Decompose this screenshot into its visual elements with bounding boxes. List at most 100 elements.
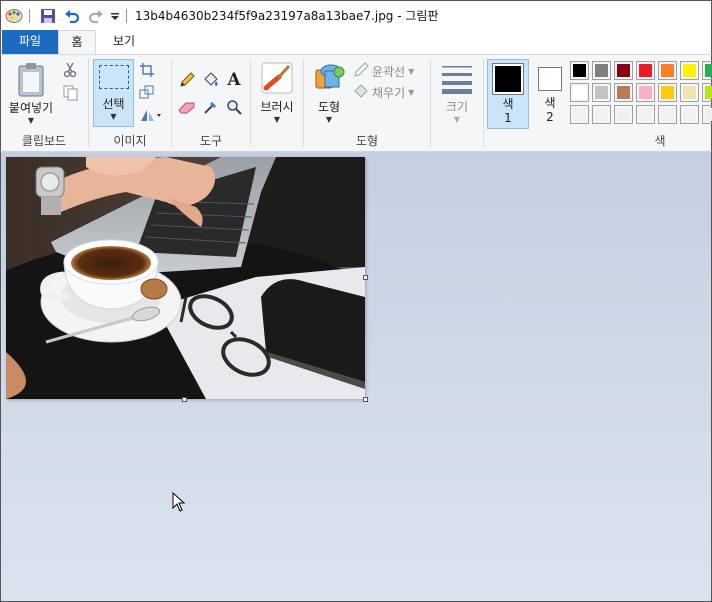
color1-button[interactable]: 색 1	[487, 59, 529, 129]
canvas-workspace	[0, 152, 712, 602]
color2-swatch	[538, 67, 562, 91]
resize-handle-bottom[interactable]	[182, 397, 187, 402]
palette-swatch[interactable]	[614, 105, 633, 124]
brushes-label: 브러시	[260, 100, 294, 114]
palette-swatch[interactable]	[592, 61, 611, 80]
save-icon[interactable]	[40, 6, 56, 26]
tools-group-label: 도구	[199, 134, 223, 148]
shapes-group: 도형 ▼ 윤곽선 ▼ 채우기 ▼ 도형	[305, 55, 429, 152]
color2-number: 2	[546, 110, 554, 124]
image-group-label: 이미지	[113, 134, 147, 148]
tools-group: A 도구	[173, 55, 249, 152]
image-group: 선택 ▼ 이미지	[90, 55, 170, 152]
mouse-cursor-icon	[172, 491, 186, 515]
paste-dropdown-icon: ▼	[27, 116, 35, 125]
fill-button[interactable]: 채우기 ▼	[353, 83, 414, 102]
copy-icon[interactable]	[61, 84, 79, 102]
palette-swatch[interactable]	[592, 83, 611, 102]
color1-number: 1	[504, 111, 512, 125]
clipboard-group: 붙여넣기 ▼ 클립보드	[1, 55, 87, 152]
group-separator	[88, 59, 89, 147]
brushes-group: 브러시 ▼	[252, 55, 302, 152]
paint-app-icon[interactable]	[5, 6, 23, 26]
palette-swatch[interactable]	[680, 61, 699, 80]
group-separator	[250, 59, 251, 147]
color2-button[interactable]: 색 2	[533, 59, 567, 129]
tab-file[interactable]: 파일	[2, 30, 58, 54]
outline-button[interactable]: 윤곽선 ▼	[353, 62, 414, 81]
shapes-icon	[313, 62, 345, 94]
palette-swatch[interactable]	[614, 83, 633, 102]
size-label: 크기	[445, 100, 469, 114]
palette-swatch[interactable]	[636, 61, 655, 80]
palette-swatch[interactable]	[702, 83, 712, 102]
size-dropdown-icon: ▼	[453, 115, 461, 124]
paste-label: 붙여넣기	[8, 101, 54, 115]
brushes-dropdown-icon: ▼	[273, 115, 281, 124]
paste-button[interactable]: 붙여넣기 ▼	[5, 59, 57, 129]
fill-bucket-icon[interactable]	[202, 71, 220, 89]
pencil-icon[interactable]	[178, 71, 196, 89]
titlebar-separator	[126, 8, 127, 23]
fill-dropdown-icon: ▼	[408, 88, 415, 97]
rotate-icon[interactable]	[138, 106, 164, 124]
clipboard-icon	[16, 61, 46, 97]
titlebar-separator	[29, 8, 30, 23]
canvas-image[interactable]	[6, 157, 365, 399]
shapes-dropdown-icon: ▼	[325, 115, 333, 124]
select-label: 선택	[102, 97, 125, 111]
resize-handle-bottom-right[interactable]	[363, 397, 368, 402]
palette-swatch[interactable]	[658, 83, 677, 102]
palette-swatch[interactable]	[570, 61, 589, 80]
palette-swatch[interactable]	[680, 105, 699, 124]
text-icon[interactable]: A	[225, 70, 243, 90]
clipboard-group-label: 클립보드	[21, 134, 67, 148]
color1-label: 색	[502, 97, 514, 111]
customize-dropdown-icon[interactable]	[110, 6, 120, 26]
size-button[interactable]: 크기 ▼	[435, 59, 479, 129]
shapes-group-label: 도형	[355, 134, 379, 148]
color-picker-icon[interactable]	[202, 98, 220, 116]
resize-icon[interactable]	[138, 83, 156, 101]
palette-swatch[interactable]	[592, 105, 611, 124]
ribbon: 붙여넣기 ▼ 클립보드 선택 ▼ 이미지 A 도구 브러시 ▼ 도형 ▼ 윤곽선…	[0, 54, 712, 152]
palette-swatch[interactable]	[658, 61, 677, 80]
shapes-button[interactable]: 도형 ▼	[307, 59, 351, 129]
undo-icon[interactable]	[64, 6, 80, 26]
tab-view[interactable]: 보기	[101, 30, 147, 54]
size-group: 크기 ▼	[432, 55, 482, 152]
palette-swatch[interactable]	[702, 61, 712, 80]
palette-swatch[interactable]	[614, 61, 633, 80]
outline-icon	[353, 62, 369, 81]
tab-home[interactable]: 홈	[58, 30, 96, 55]
palette-swatch[interactable]	[570, 83, 589, 102]
redo-icon[interactable]	[88, 6, 104, 26]
select-rectangle-icon	[98, 65, 129, 89]
outline-label: 윤곽선	[372, 65, 406, 79]
group-separator	[483, 59, 484, 147]
palette-swatch[interactable]	[702, 105, 712, 124]
color2-label: 색	[544, 96, 556, 110]
colors-group-label: 색	[654, 134, 666, 148]
select-dropdown-icon: ▼	[110, 112, 117, 121]
title-bar: 13b4b4630b234f5f9a23197a8a13bae7.jpg - 그…	[0, 0, 712, 30]
line-size-icon	[441, 62, 473, 94]
fill-label: 채우기	[372, 86, 406, 100]
palette-swatch[interactable]	[636, 83, 655, 102]
ribbon-tabs: 파일 홈 보기	[0, 30, 712, 55]
palette-swatch[interactable]	[680, 83, 699, 102]
palette-swatch[interactable]	[636, 105, 655, 124]
palette-swatch[interactable]	[570, 105, 589, 124]
cut-icon[interactable]	[61, 61, 79, 79]
resize-handle-right[interactable]	[363, 275, 368, 280]
eraser-icon[interactable]	[178, 98, 196, 116]
fill-icon	[353, 83, 369, 102]
color1-swatch	[492, 63, 524, 95]
brush-icon	[261, 62, 293, 94]
group-separator	[171, 59, 172, 147]
palette-swatch[interactable]	[658, 105, 677, 124]
magnifier-icon[interactable]	[225, 98, 243, 116]
crop-icon[interactable]	[138, 61, 156, 79]
brushes-button[interactable]: 브러시 ▼	[254, 59, 300, 129]
select-button[interactable]: 선택 ▼	[93, 59, 134, 127]
